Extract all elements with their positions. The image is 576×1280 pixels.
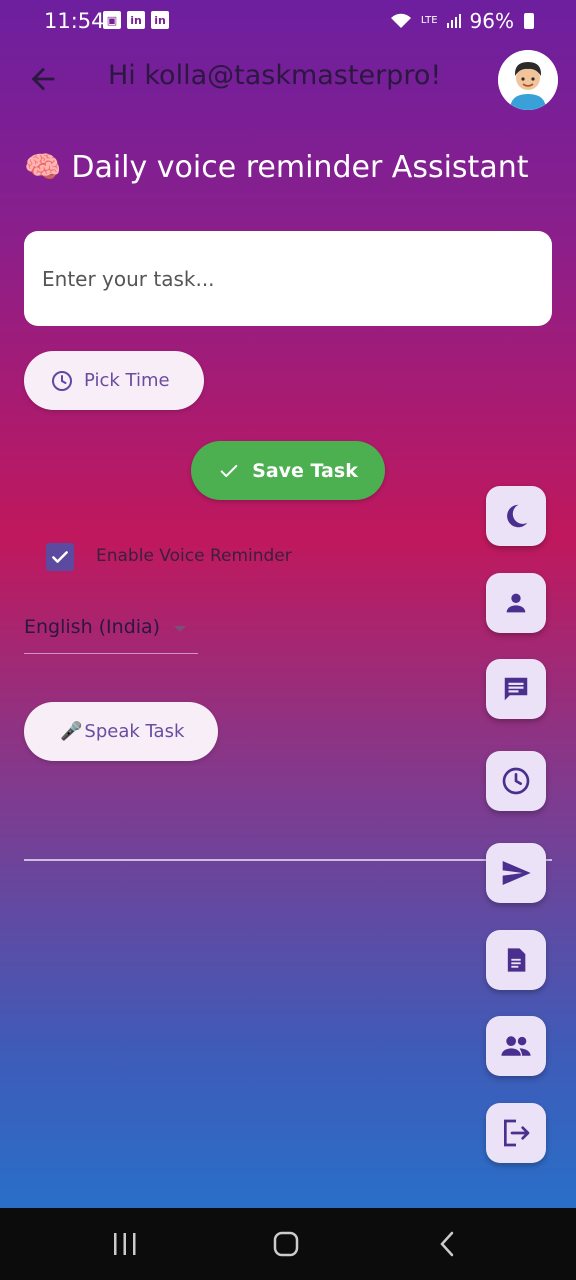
send-icon [502, 861, 531, 885]
moon-icon [507, 504, 528, 528]
task-input[interactable] [24, 231, 552, 326]
save-task-button[interactable]: Save Task [191, 441, 385, 500]
linkedin-icon: in [151, 11, 169, 29]
language-dropdown[interactable]: English (India) [24, 612, 198, 654]
group-icon [501, 1036, 531, 1056]
group-button[interactable] [486, 1016, 546, 1076]
battery-icon [524, 13, 534, 29]
gallery-icon: ▣ [103, 11, 121, 29]
greeting-text: Hi kolla@taskmasterpro! [108, 60, 442, 91]
person-icon [506, 593, 526, 613]
system-nav-bar [0, 1208, 576, 1280]
wifi-icon [390, 13, 411, 28]
logout-icon [504, 1119, 530, 1147]
profile-button[interactable] [486, 573, 546, 633]
home-icon[interactable] [272, 1230, 300, 1258]
speak-task-button[interactable]: 🎤 Speak Task [24, 702, 218, 761]
volte-icon: LTE [420, 15, 438, 26]
linkedin-icon: in [127, 11, 145, 29]
document-icon [507, 948, 526, 972]
status-time: 11:54 [44, 9, 105, 33]
status-bar: 11:54 ▣ in in LTE 96% [0, 0, 576, 44]
arrow-left-icon[interactable] [26, 62, 60, 96]
pick-time-button[interactable]: Pick Time [24, 351, 204, 410]
language-selected: English (India) [24, 616, 161, 638]
check-icon [220, 464, 238, 477]
page-title: 🧠 Daily voice reminder Assistant [24, 150, 528, 185]
document-button[interactable] [486, 930, 546, 990]
avatar-icon[interactable] [498, 50, 558, 110]
battery-percent: 96% [469, 9, 514, 33]
chat-icon [504, 677, 528, 701]
divider [24, 859, 552, 861]
brain-icon: 🧠 [24, 150, 62, 185]
clock-icon [502, 767, 530, 795]
theme-toggle-button[interactable] [486, 486, 546, 546]
page-title-text: Daily voice reminder Assistant [71, 150, 529, 185]
recent-apps-icon[interactable] [112, 1230, 138, 1258]
voice-reminder-label: Enable Voice Reminder [96, 546, 292, 566]
clock-icon [52, 370, 72, 391]
pick-time-label: Pick Time [84, 370, 170, 391]
check-icon [52, 551, 68, 563]
chat-button[interactable] [486, 659, 546, 719]
chevron-down-icon [174, 626, 186, 632]
nav-back-icon[interactable] [436, 1230, 460, 1258]
microphone-icon: 🎤 [60, 721, 83, 742]
reminders-button[interactable] [486, 751, 546, 811]
send-button[interactable] [486, 843, 546, 903]
signal-icon [446, 14, 461, 28]
speak-task-label: Speak Task [84, 721, 185, 742]
logout-button[interactable] [486, 1103, 546, 1163]
voice-reminder-checkbox[interactable] [46, 543, 74, 571]
save-task-label: Save Task [252, 459, 358, 482]
